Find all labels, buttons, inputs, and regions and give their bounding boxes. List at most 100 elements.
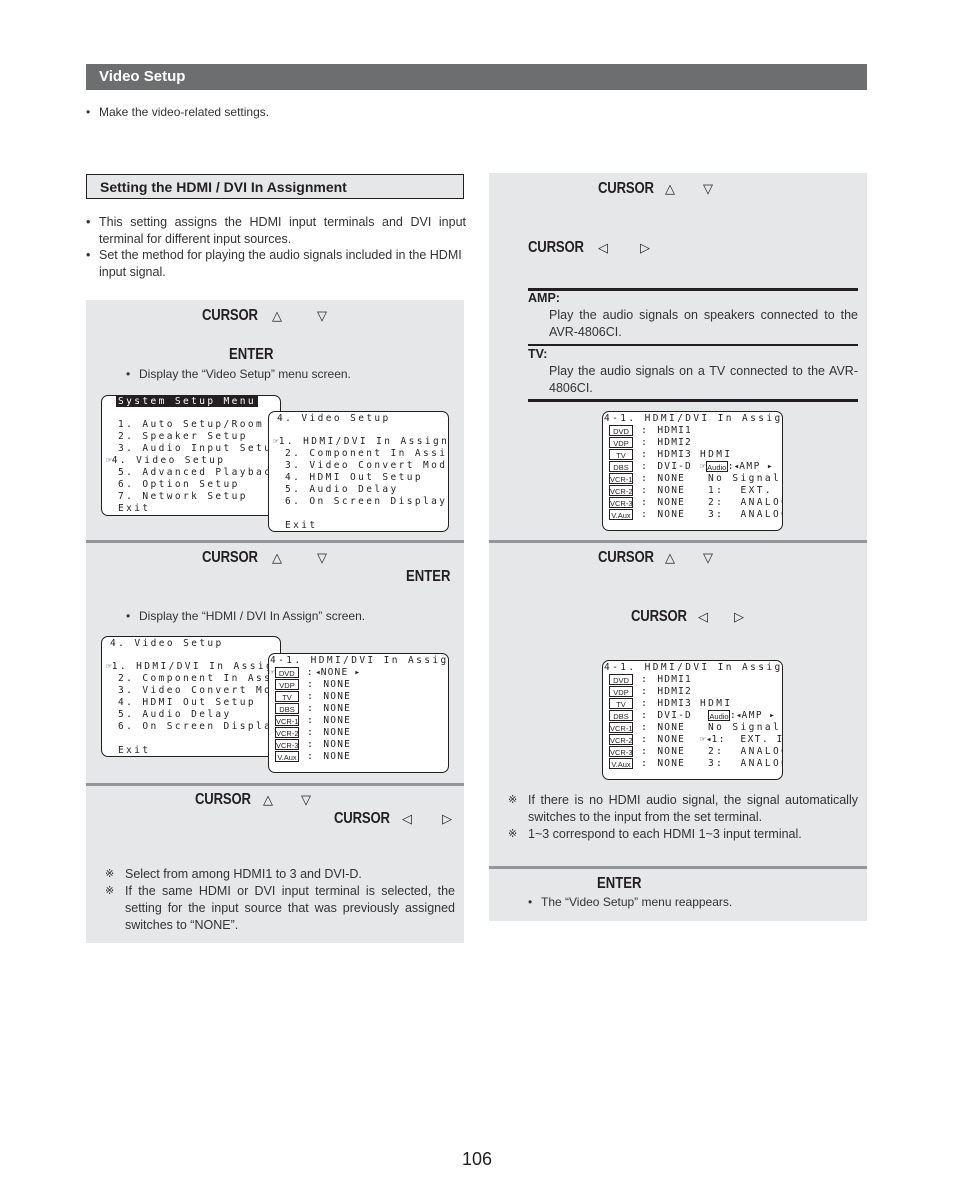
osd-menu-item: 6. On Screen Display xyxy=(118,721,281,732)
separator: : xyxy=(633,425,650,436)
osd-fallback: 1: EXT. IN xyxy=(708,485,782,496)
right-arrow-icon: ▷ xyxy=(640,240,650,255)
assign-value: NONE xyxy=(657,473,686,484)
step-1-note: Display the “Video Setup” menu screen. xyxy=(126,367,351,381)
osd-fallback: 3: ANALOG xyxy=(708,758,783,769)
page-number: 106 xyxy=(462,1149,493,1169)
separator: : xyxy=(633,746,650,757)
source-tag: VDP xyxy=(609,686,633,697)
osd-assign-row: VDP : HDMI2 xyxy=(609,437,692,449)
osd-fallback: 3: ANALOG xyxy=(708,509,783,520)
osd-menu-item-selected: 1. HDMI/DVI In Assign xyxy=(278,436,449,447)
assign-value: NONE xyxy=(657,746,686,757)
osd-menu-item: 6. On Screen Display xyxy=(285,496,448,507)
osd-assign-row: TV : HDMI3 xyxy=(609,449,692,461)
osd-assign-row: VCR-1 : NONE xyxy=(609,473,685,485)
right-arrow-icon: ▷ xyxy=(442,811,452,826)
osd-fallback-selected: 1: EXT. IN xyxy=(711,734,783,745)
table-rule xyxy=(528,399,858,402)
osd-menu-item: 2. Component In Assign xyxy=(118,673,281,684)
osd-hdmi-label: HDMI xyxy=(700,449,733,460)
up-arrow-icon: △ xyxy=(272,550,282,565)
osd-assign-row: DVD : HDMI1 xyxy=(609,674,692,686)
osd-assign-row: VCR-1 : NONE xyxy=(609,722,685,734)
assign-value: DVI-D xyxy=(657,461,692,472)
assign-value: HDMI2 xyxy=(657,686,692,697)
audio-value: AMP xyxy=(739,461,761,472)
separator: : xyxy=(299,691,316,702)
assign-value: NONE xyxy=(323,679,352,690)
subsection-title: Setting the HDMI / DVI In Assignment xyxy=(86,174,464,199)
source-tag: VCR-2 xyxy=(609,734,633,745)
osd-exit: Exit xyxy=(285,520,318,531)
osd-assign-screen-audio: 4-1. HDMI/DVI In Assign DVD : HDMI1 VDP :… xyxy=(602,411,783,531)
osd-assign-row: V.Aux : NONE xyxy=(609,509,685,521)
note-item: If there is no HDMI audio signal, the si… xyxy=(508,792,858,826)
source-tag: DBS xyxy=(609,710,633,721)
table-rule xyxy=(528,288,858,291)
assign-value: HDMI2 xyxy=(657,437,692,448)
note-item: 1~3 correspond to each HDMI 1~3 input te… xyxy=(508,826,858,843)
down-arrow-icon: ▽ xyxy=(703,550,713,565)
osd-assign-row: VCR-3 : NONE xyxy=(609,746,685,758)
assign-value: NONE xyxy=(657,758,686,769)
osd-menu-item: 3. Video Convert Mode xyxy=(118,685,281,696)
down-arrow-icon: ▽ xyxy=(703,181,713,196)
assign-value: HDMI3 xyxy=(657,449,692,460)
osd-exit: Exit xyxy=(118,745,151,756)
osd-menu-item: 3. Audio Input Setup xyxy=(118,443,281,454)
osd-menu-item: 5. Audio Delay xyxy=(118,709,232,720)
source-tag: VCR-2 xyxy=(275,727,299,738)
step-5-notes: If there is no HDMI audio signal, the si… xyxy=(508,792,858,843)
source-tag: TV xyxy=(275,691,299,702)
source-tag: VCR-3 xyxy=(609,746,633,757)
definition-desc: Play the audio signals on a TV connected… xyxy=(549,364,858,395)
separator: : xyxy=(633,449,650,460)
separator: : xyxy=(298,667,315,678)
source-tag: DBS xyxy=(609,461,633,472)
osd-assign-screen-fallback: 4-1. HDMI/DVI In Assign DVD : HDMI1 VDP :… xyxy=(602,660,783,780)
osd-hdmi-label: HDMI xyxy=(700,698,733,709)
osd-menu-item-selected: 4. Video Setup xyxy=(111,455,226,466)
separator: : xyxy=(633,461,650,472)
audio-tag: Audio xyxy=(708,710,730,721)
left-arrow-icon: ◁ xyxy=(698,609,708,624)
osd-menu-item: 6. Option Setup xyxy=(118,479,240,490)
osd-title: 4-1. HDMI/DVI In Assign xyxy=(604,662,783,673)
osd-menu-item: 5. Advanced Playback xyxy=(118,467,281,478)
separator: : xyxy=(299,679,316,690)
osd-menu-item: 2. Speaker Setup xyxy=(118,431,248,442)
osd-assign-row: VCR-2 : NONE xyxy=(275,727,351,739)
down-arrow-icon: ▽ xyxy=(317,308,327,323)
osd-assign-row: V.Aux : NONE xyxy=(609,758,685,770)
step-3-notes: Select from among HDMI1 to 3 and DVI-D. … xyxy=(105,866,455,934)
assign-value: NONE xyxy=(323,691,352,702)
assign-value: NONE xyxy=(320,667,349,678)
bullet-item: Set the method for playing the audio sig… xyxy=(86,247,466,280)
separator: : xyxy=(633,758,650,769)
osd-assign-row: VDP : HDMI2 xyxy=(609,686,692,698)
audio-tag: Audio xyxy=(705,461,728,472)
enter-key: ENTER xyxy=(406,568,451,585)
assign-value: NONE xyxy=(323,727,352,738)
note-item: Select from among HDMI1 to 3 and DVI-D. xyxy=(105,866,455,883)
source-tag: VCR-1 xyxy=(275,715,299,726)
assign-value: DVI-D xyxy=(657,710,692,721)
up-arrow-icon: △ xyxy=(665,181,675,196)
source-tag: V.Aux xyxy=(275,751,299,762)
assign-value: NONE xyxy=(657,734,686,745)
definition-term: AMP: xyxy=(528,291,560,305)
osd-assign-row: TV : NONE xyxy=(275,691,351,703)
osd-title: 4-1. HDMI/DVI In Assign xyxy=(270,655,449,666)
assign-value: NONE xyxy=(323,703,352,714)
source-tag: VCR-3 xyxy=(275,739,299,750)
separator: : xyxy=(633,734,650,745)
cursor-key: CURSOR xyxy=(195,791,251,808)
osd-exit: Exit xyxy=(118,503,151,514)
cursor-key: CURSOR xyxy=(202,307,258,324)
source-tag: V.Aux xyxy=(609,509,633,520)
osd-menu-item: 1. Auto Setup/Room EQ xyxy=(118,419,281,430)
osd-menu-item: 4. HDMI Out Setup xyxy=(118,697,257,708)
right-triangle-icon: ▸ xyxy=(766,461,773,472)
table-rule xyxy=(528,344,858,346)
